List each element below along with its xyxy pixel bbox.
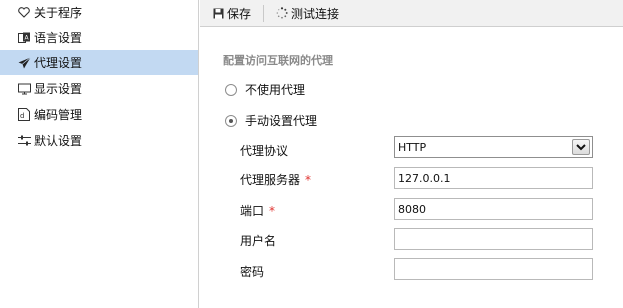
language-icon: A: [17, 31, 31, 45]
sidebar-item-label: 编码管理: [34, 108, 83, 122]
port-label: 端口 *: [240, 202, 275, 219]
chevron-down-icon[interactable]: [572, 139, 590, 155]
sidebar-item-label: 语言设置: [34, 31, 83, 45]
heart-icon: [17, 6, 31, 20]
radio-manual-proxy[interactable]: 手动设置代理: [225, 112, 317, 129]
server-label-text: 代理服务器: [240, 173, 301, 187]
password-input[interactable]: [394, 258, 593, 280]
username-input[interactable]: [394, 228, 593, 250]
password-label: 密码: [240, 265, 265, 279]
server-label: 代理服务器 *: [240, 171, 311, 188]
settings-window: 关于程序 A 语言设置 代理设置 显示设置 d 编码管理 默认设置 保存 测试连…: [0, 0, 623, 308]
required-mark: *: [269, 204, 276, 218]
test-connection-label: 测试连接: [291, 6, 340, 21]
monitor-icon: [17, 82, 31, 96]
sidebar-item-label: 默认设置: [34, 134, 83, 148]
protocol-select-value: HTTP: [398, 140, 427, 154]
spinner-icon: [276, 7, 288, 19]
port-input[interactable]: 8080: [394, 198, 593, 220]
radio-manual-proxy-circle[interactable]: [225, 114, 237, 127]
radio-no-proxy-label: 不使用代理: [245, 83, 306, 97]
paper-plane-icon: [17, 56, 31, 70]
protocol-select[interactable]: HTTP: [394, 136, 593, 158]
sidebar-item-proxy[interactable]: 代理设置: [0, 50, 198, 75]
sidebar: 关于程序 A 语言设置 代理设置 显示设置 d 编码管理 默认设置: [0, 0, 199, 308]
test-connection-button[interactable]: 测试连接: [270, 0, 345, 27]
required-mark: *: [305, 173, 312, 187]
floppy-disk-icon: [212, 7, 224, 19]
sidebar-item-encoding[interactable]: d 编码管理: [0, 102, 198, 127]
port-label-text: 端口: [240, 204, 265, 218]
sidebar-item-defaults[interactable]: 默认设置: [0, 128, 198, 153]
toolbar-divider: [263, 4, 265, 22]
save-label: 保存: [227, 6, 252, 21]
radio-no-proxy[interactable]: 不使用代理: [225, 81, 305, 98]
sidebar-item-label: 代理设置: [34, 56, 83, 70]
sidebar-item-label: 显示设置: [34, 82, 83, 96]
sidebar-item-about[interactable]: 关于程序: [0, 0, 198, 25]
toolbar: 保存 测试连接: [200, 0, 623, 27]
sidebar-item-display[interactable]: 显示设置: [0, 76, 198, 101]
svg-text:d: d: [20, 112, 24, 120]
encoding-icon: d: [17, 108, 31, 122]
username-label: 用户名: [240, 234, 277, 248]
section-title: 配置访问互联网的代理: [223, 54, 333, 67]
sidebar-item-label: 关于程序: [34, 6, 83, 20]
radio-manual-proxy-label: 手动设置代理: [245, 114, 318, 128]
protocol-label: 代理协议: [240, 144, 289, 158]
save-button[interactable]: 保存: [200, 0, 257, 27]
sidebar-item-language[interactable]: A 语言设置: [0, 25, 198, 50]
radio-selected-dot: [229, 118, 233, 123]
radio-no-proxy-circle[interactable]: [225, 83, 237, 96]
proxy-settings-panel: 配置访问互联网的代理 不使用代理 手动设置代理 代理协议 HTTP 代理服务器 *…: [200, 28, 623, 308]
server-input[interactable]: 127.0.0.1: [394, 167, 593, 189]
sliders-icon: [17, 134, 31, 148]
